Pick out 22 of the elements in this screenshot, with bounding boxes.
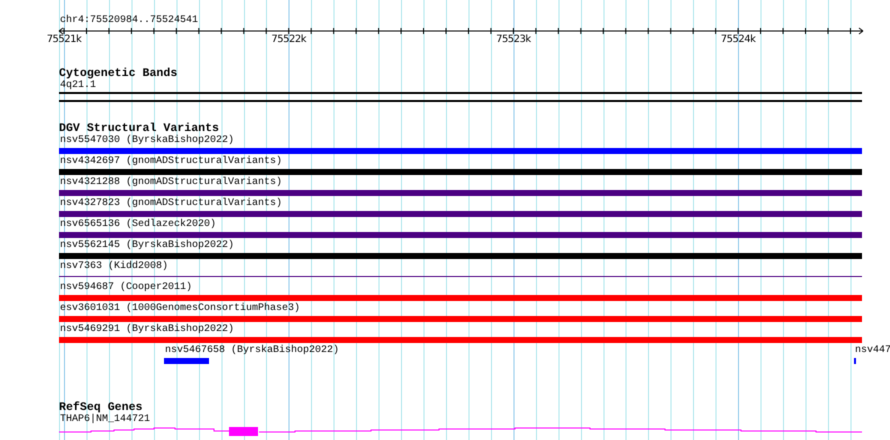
gene-label: THAP6|NM_144721 <box>59 414 150 426</box>
track-title: RefSeq Genes <box>59 401 142 414</box>
track-title: Cytogenetic Bands <box>59 67 178 80</box>
variant-label: nsv4327823 (gnomADStructuralVariants) <box>59 198 282 210</box>
variant-label: nsv6565136 (Sedlazeck2020) <box>59 219 216 231</box>
band-label: 4q21.1 <box>59 80 96 92</box>
variant-label: esv3601031 (1000GenomesConsortiumPhase3) <box>59 303 300 315</box>
variant-label: nsv5467658 (ByrskaBishop2022) <box>164 345 340 357</box>
variant-label: nsv4321288 (gnomADStructuralVariants) <box>59 177 282 189</box>
variant-label: nsv447 <box>854 345 890 357</box>
tick-label: 75523k <box>496 34 531 46</box>
tick-label: 75521k <box>46 34 82 46</box>
variant-label: nsv4342697 (gnomADStructuralVariants) <box>59 156 282 168</box>
tick-label: 75522k <box>271 34 306 46</box>
variant-label: nsv5469291 (ByrskaBishop2022) <box>59 324 234 336</box>
variant-label: nsv7363 (Kidd2008) <box>59 261 168 273</box>
tick-label: 75524k <box>720 34 756 46</box>
track-title: DGV Structural Variants <box>59 122 220 135</box>
variant-label: nsv5547030 (ByrskaBishop2022) <box>59 135 234 147</box>
variant-label: nsv594687 (Cooper2011) <box>59 282 192 294</box>
variant-label: nsv5562145 (ByrskaBishop2022) <box>59 240 234 252</box>
location-label: chr4:75520984..75524541 <box>60 15 198 27</box>
